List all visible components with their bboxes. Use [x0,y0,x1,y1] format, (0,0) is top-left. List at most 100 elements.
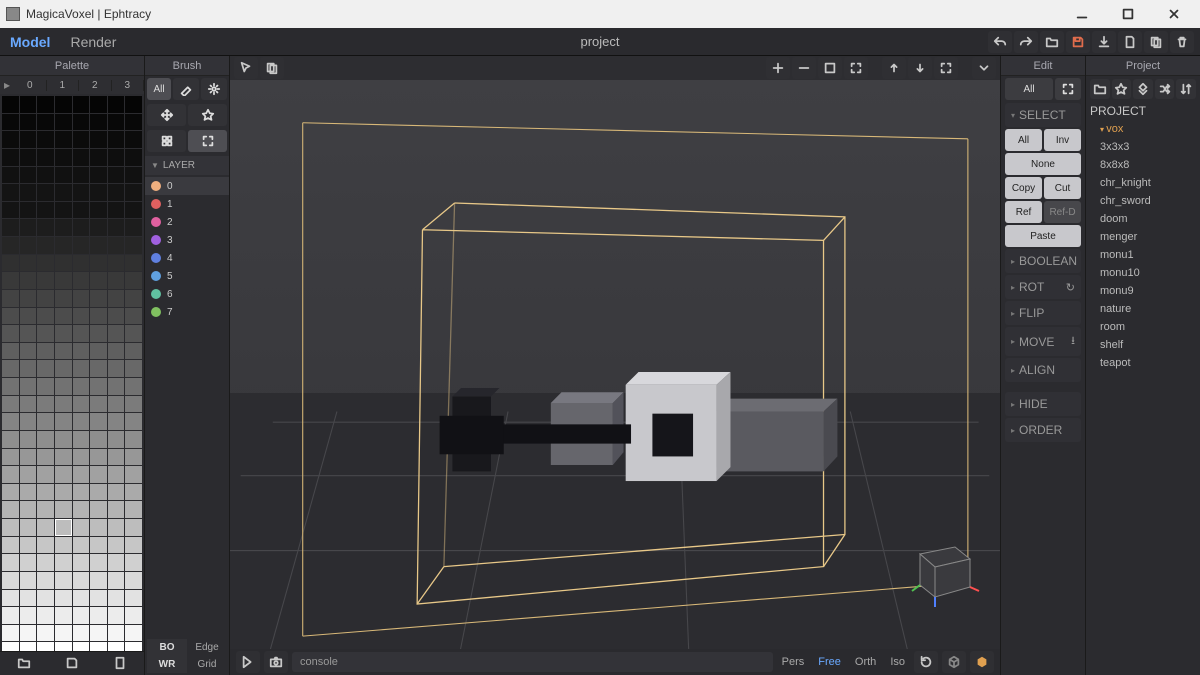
palette-swatch[interactable] [2,343,19,360]
palette-swatch[interactable] [90,219,107,236]
palette-swatch[interactable] [2,255,19,272]
palette-swatch[interactable] [108,590,125,607]
palette-swatch[interactable] [37,396,54,413]
palette-swatch[interactable] [20,396,37,413]
palette-swatch[interactable] [55,308,72,325]
palette-swatch[interactable] [90,396,107,413]
palette-swatch[interactable] [108,96,125,113]
palette-swatch[interactable] [55,554,72,571]
palette-swatch[interactable] [2,325,19,342]
undo-button[interactable] [988,31,1012,53]
palette-swatch[interactable] [37,431,54,448]
palette-swatch[interactable] [20,272,37,289]
palette-swatch[interactable] [108,449,125,466]
palette-swatch[interactable] [55,96,72,113]
brush-move-icon[interactable] [147,104,186,126]
palette-swatch[interactable] [2,607,19,624]
export-button[interactable] [1092,31,1116,53]
palette-swatch[interactable] [108,607,125,624]
palette-swatch[interactable] [2,590,19,607]
palette-swatch[interactable] [90,625,107,642]
project-item[interactable]: 3x3x3 [1086,138,1200,156]
palette-swatch[interactable] [73,449,90,466]
palette-swatch[interactable] [55,501,72,518]
palette-swatch[interactable] [37,607,54,624]
palette-swatch[interactable] [125,219,142,236]
palette-swatch[interactable] [37,343,54,360]
palette-swatch[interactable] [125,184,142,201]
brush-all-button[interactable]: All [147,78,171,100]
palette-swatch[interactable] [20,360,37,377]
new-file-button[interactable] [1118,31,1142,53]
edit-expand-icon[interactable] [1055,78,1081,100]
palette-swatch[interactable] [20,607,37,624]
project-item[interactable]: shelf [1086,336,1200,354]
palette-swatch[interactable] [73,184,90,201]
select-inv-button[interactable]: Inv [1044,129,1081,151]
palette-swatch[interactable] [125,378,142,395]
palette-swatch[interactable] [125,413,142,430]
palette-swatch[interactable] [20,308,37,325]
palette-swatch[interactable] [20,431,37,448]
tab-model[interactable]: Model [0,28,60,55]
view-options-dropdown[interactable] [972,57,996,79]
palette-swatch[interactable] [73,131,90,148]
project-title[interactable]: project [580,34,619,49]
project-section-header[interactable]: PROJECT [1090,104,1196,118]
palette-swatch[interactable] [2,642,19,651]
paste-button[interactable]: Paste [1005,225,1081,247]
palette-swatch[interactable] [55,219,72,236]
project-sort-icon[interactable] [1176,79,1196,99]
palette-swatch[interactable] [108,554,125,571]
palette-swatch[interactable] [90,642,107,651]
palette-swatch[interactable] [125,519,142,536]
palette-swatch[interactable] [108,149,125,166]
palette-swatch[interactable] [55,449,72,466]
palette-swatch[interactable] [108,255,125,272]
copy-tool-icon[interactable] [260,57,284,79]
palette-swatch[interactable] [125,114,142,131]
palette-swatch[interactable] [125,396,142,413]
project-item[interactable]: chr_knight [1086,174,1200,192]
palette-swatch[interactable] [108,396,125,413]
layer-item[interactable]: 0 [145,177,229,195]
camera-free[interactable]: Free [813,656,846,668]
palette-swatch[interactable] [20,537,37,554]
palette-swatch[interactable] [90,237,107,254]
palette-swatch[interactable] [73,96,90,113]
palette-swatch[interactable] [108,131,125,148]
palette-swatch[interactable] [37,501,54,518]
palette-swatch[interactable] [125,466,142,483]
palette-swatch[interactable] [73,431,90,448]
palette-swatch[interactable] [125,255,142,272]
palette-swatch[interactable] [125,590,142,607]
palette-swatch[interactable] [20,114,37,131]
palette-swatch[interactable] [2,466,19,483]
palette-swatch[interactable] [55,413,72,430]
orientation-gizmo[interactable] [900,529,980,609]
palette-swatch[interactable] [73,537,90,554]
palette-swatch[interactable] [20,449,37,466]
select-all-button[interactable]: All [1005,129,1042,151]
palette-swatch[interactable] [20,484,37,501]
palette-swatch[interactable] [55,255,72,272]
palette-swatch[interactable] [37,167,54,184]
palette-swatch[interactable] [73,255,90,272]
palette-open-icon[interactable] [0,652,48,674]
palette-swatch[interactable] [55,343,72,360]
palette-page-1[interactable]: 1 [47,80,80,91]
add-object-button[interactable] [766,57,790,79]
palette-swatch[interactable] [90,149,107,166]
palette-swatch[interactable] [55,607,72,624]
palette-swatch[interactable] [90,537,107,554]
brush-star-icon[interactable] [188,104,227,126]
project-item[interactable]: 8x8x8 [1086,156,1200,174]
palette-swatch[interactable] [125,642,142,651]
palette-swatch[interactable] [108,572,125,589]
palette-swatch[interactable] [55,642,72,651]
palette-swatch[interactable] [90,96,107,113]
palette-swatch[interactable] [55,325,72,342]
palette-swatch[interactable] [20,325,37,342]
palette-swatch[interactable] [2,378,19,395]
palette-swatch[interactable] [108,325,125,342]
